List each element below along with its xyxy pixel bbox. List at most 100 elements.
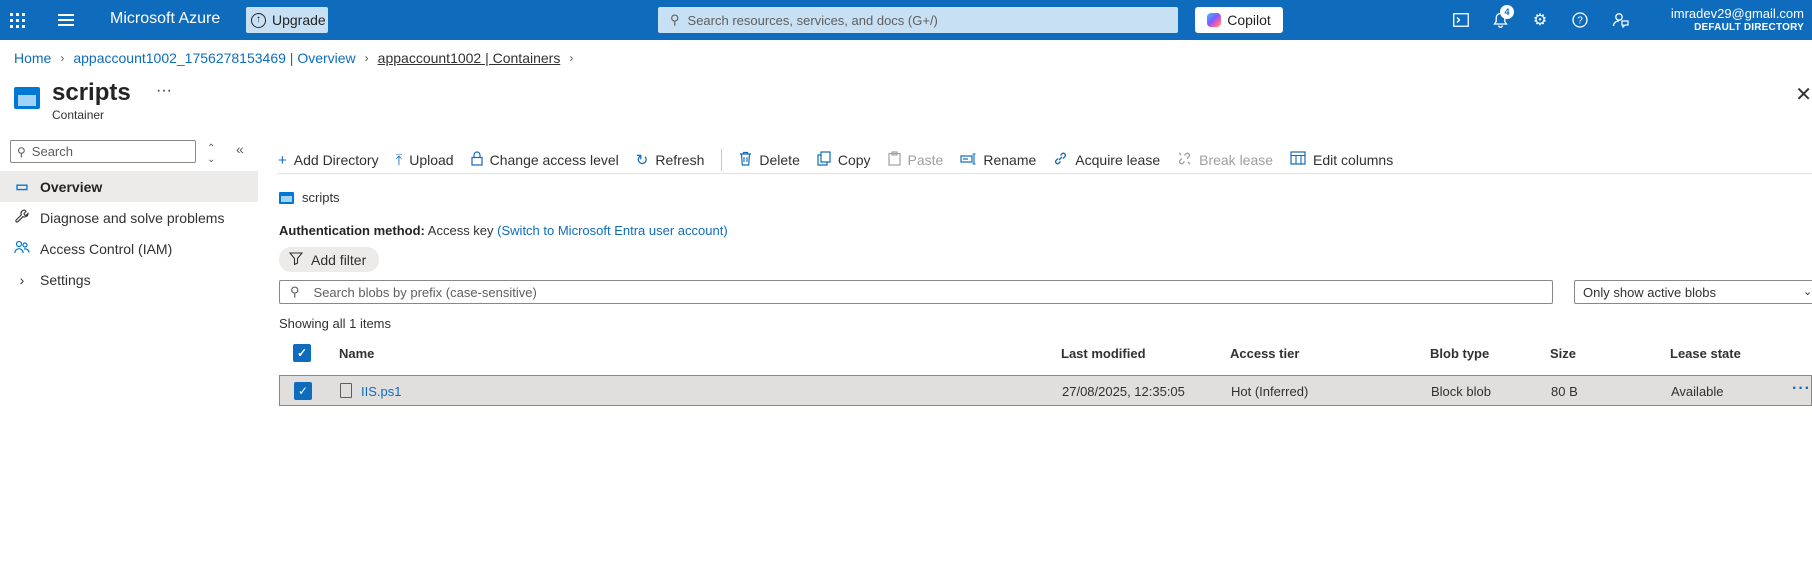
break-lease-label: Break lease xyxy=(1199,152,1274,168)
portal-brand[interactable]: Microsoft Azure xyxy=(110,10,220,28)
rename-button[interactable]: Rename xyxy=(960,152,1036,169)
notification-count-badge: 4 xyxy=(1500,5,1514,19)
sidebar-item-overview[interactable]: ▭ Overview xyxy=(0,171,258,202)
copilot-button[interactable]: Copilot xyxy=(1195,7,1283,33)
sidebar-item-label: Overview xyxy=(40,178,103,195)
refresh-icon: ↻ xyxy=(635,152,649,169)
sidebar-search-input[interactable]: ⚲ Search xyxy=(10,140,196,163)
add-directory-button[interactable]: + Add Directory xyxy=(278,152,379,169)
upgrade-button[interactable]: ↑ Upgrade xyxy=(246,7,328,33)
blob-name-link[interactable]: IIS.ps1 xyxy=(361,384,401,399)
column-header-size[interactable]: Size xyxy=(1550,346,1576,361)
breadcrumb-home[interactable]: Home xyxy=(14,50,51,66)
auth-method-value: Access key xyxy=(427,223,494,238)
upload-label: Upload xyxy=(409,152,454,168)
page-title: scripts xyxy=(52,79,131,106)
chevron-right-icon: › xyxy=(19,271,25,288)
broken-link-icon xyxy=(1177,151,1192,170)
switch-auth-link[interactable]: (Switch to Microsoft Entra user account) xyxy=(497,223,727,238)
search-icon: ⚲ xyxy=(670,12,680,27)
toolbar-underline xyxy=(278,173,1812,174)
cell-lease-state: Available xyxy=(1671,384,1724,399)
row-checkbox[interactable]: ✓ xyxy=(294,382,312,400)
hamburger-menu-icon[interactable] xyxy=(58,14,74,26)
column-header-last-modified[interactable]: Last modified xyxy=(1061,346,1146,361)
breadcrumb-storage-account[interactable]: appaccount1002_1756278153469 | Overview xyxy=(73,50,355,66)
breadcrumb: Home › appaccount1002_1756278153469 | Ov… xyxy=(14,50,582,66)
copy-icon xyxy=(817,150,831,170)
close-blade-icon[interactable]: ✕ xyxy=(1795,82,1812,107)
refresh-button[interactable]: ↻ Refresh xyxy=(636,151,705,169)
column-header-name[interactable]: Name xyxy=(339,346,374,361)
blob-search-placeholder: Search blobs by prefix (case-sensitive) xyxy=(313,284,537,300)
cell-access-tier: Hot (Inferred) xyxy=(1231,384,1309,399)
settings-gear-icon[interactable]: ⚙ xyxy=(1530,10,1550,30)
edit-columns-button[interactable]: Edit columns xyxy=(1290,151,1393,169)
delete-button[interactable]: Delete xyxy=(739,151,800,170)
blob-status-dropdown[interactable]: Only show active blobs ⌄ xyxy=(1574,280,1812,304)
svg-text:?: ? xyxy=(1577,16,1583,27)
copy-label: Copy xyxy=(837,152,871,168)
sidebar-item-iam[interactable]: Access Control (IAM) xyxy=(0,233,258,264)
top-bar: Microsoft Azure ↑ Upgrade ⚲ Search resou… xyxy=(0,0,1812,40)
chevron-right-icon: › xyxy=(60,51,65,65)
column-header-blob-type[interactable]: Blob type xyxy=(1430,346,1489,361)
acquire-lease-button[interactable]: Acquire lease xyxy=(1053,151,1160,170)
container-path-label: scripts xyxy=(302,190,340,205)
sort-updown-icon[interactable]: ⌃ ⌄ xyxy=(207,143,215,165)
add-filter-label: Add filter xyxy=(311,251,367,268)
account-menu[interactable]: imradev29@gmail.com DEFAULT DIRECTORY xyxy=(1671,6,1804,33)
row-more-options-button[interactable]: ··· xyxy=(1792,380,1811,398)
paste-button[interactable]: Paste xyxy=(887,150,944,170)
global-search-input[interactable]: ⚲ Search resources, services, and docs (… xyxy=(658,7,1178,33)
cell-blob-type: Block blob xyxy=(1431,384,1491,399)
help-icon[interactable]: ? xyxy=(1570,10,1590,30)
blob-search-input[interactable]: ⚲ Search blobs by prefix (case-sensitive… xyxy=(279,280,1553,304)
table-row[interactable]: ✓ IIS.ps1 27/08/2025, 12:35:05 Hot (Infe… xyxy=(279,375,1812,406)
more-options-button[interactable]: ··· xyxy=(156,82,172,100)
collapse-sidebar-icon[interactable]: « xyxy=(236,141,244,157)
plus-icon: + xyxy=(278,151,287,169)
cloud-shell-icon[interactable] xyxy=(1451,10,1471,30)
filter-funnel-icon xyxy=(288,251,304,268)
break-lease-button[interactable]: Break lease xyxy=(1177,151,1273,170)
waffle-menu-icon[interactable] xyxy=(10,13,26,28)
sidebar-item-diagnose[interactable]: Diagnose and solve problems xyxy=(0,202,258,233)
change-access-level-button[interactable]: Change access level xyxy=(470,150,619,170)
chevron-right-icon: › xyxy=(364,51,369,65)
change-access-level-label: Change access level xyxy=(489,152,619,168)
command-bar: + Add Directory ⤒ Upload Change access l… xyxy=(278,146,1812,174)
chevron-right-icon: › xyxy=(569,51,574,65)
link-icon xyxy=(1053,151,1068,170)
rename-icon xyxy=(960,152,976,169)
column-header-access-tier[interactable]: Access tier xyxy=(1230,346,1299,361)
sidebar-search-placeholder: Search xyxy=(31,144,73,159)
sidebar-item-settings[interactable]: › Settings xyxy=(0,264,258,295)
add-filter-button[interactable]: Add filter xyxy=(279,247,379,272)
account-directory: DEFAULT DIRECTORY xyxy=(1694,22,1804,33)
toolbar-divider xyxy=(721,149,723,171)
chevron-down-icon: ⌄ xyxy=(1803,286,1812,298)
sidebar-item-label: Access Control (IAM) xyxy=(40,240,173,257)
container-path: scripts xyxy=(279,190,340,205)
container-icon: ▭ xyxy=(15,178,29,194)
column-header-lease-state[interactable]: Lease state xyxy=(1670,346,1741,361)
paste-label: Paste xyxy=(907,152,944,168)
acquire-lease-label: Acquire lease xyxy=(1075,152,1161,168)
wrench-icon xyxy=(14,209,30,226)
select-all-checkbox[interactable]: ✓ xyxy=(293,344,311,362)
container-icon xyxy=(14,87,40,109)
feedback-icon[interactable] xyxy=(1610,10,1630,30)
global-search-placeholder: Search resources, services, and docs (G+… xyxy=(687,12,938,28)
delete-label: Delete xyxy=(759,152,800,168)
sidebar-nav: ▭ Overview Diagnose and solve problems A… xyxy=(0,171,258,295)
cell-last-modified: 27/08/2025, 12:35:05 xyxy=(1062,384,1185,399)
upload-button[interactable]: ⤒ Upload xyxy=(396,152,454,169)
upload-arrow-icon: ⤒ xyxy=(395,151,403,169)
refresh-label: Refresh xyxy=(655,152,705,168)
copy-button[interactable]: Copy xyxy=(817,150,871,170)
breadcrumb-containers[interactable]: appaccount1002 | Containers xyxy=(378,50,561,66)
cell-size: 80 B xyxy=(1551,384,1578,399)
edit-columns-label: Edit columns xyxy=(1313,152,1394,168)
container-icon xyxy=(279,191,294,204)
